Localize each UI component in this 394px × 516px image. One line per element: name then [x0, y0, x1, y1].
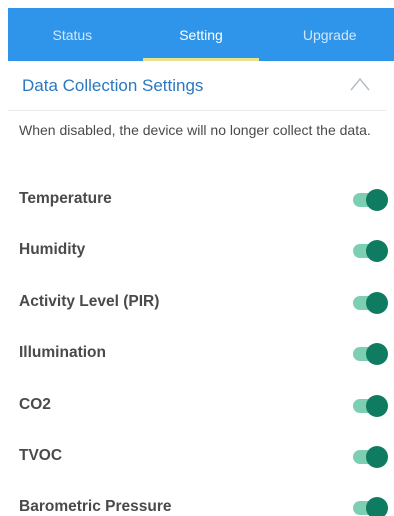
chevron-up-icon[interactable]: [350, 77, 370, 91]
tab-upgrade[interactable]: Upgrade: [265, 8, 394, 61]
setting-label: CO2: [19, 396, 51, 413]
setting-row-barometric-pressure: Barometric Pressure: [0, 490, 394, 516]
setting-label: Activity Level (PIR): [19, 293, 160, 310]
setting-row-illumination: Illumination: [0, 336, 394, 372]
toggle-switch[interactable]: [350, 395, 390, 417]
tab-setting[interactable]: Setting: [137, 8, 266, 61]
setting-row-humidity: Humidity: [0, 233, 394, 269]
section-title: Data Collection Settings: [22, 75, 204, 95]
toggle-thumb: [366, 292, 388, 314]
toggle-switch[interactable]: [350, 240, 390, 262]
toggle-thumb: [366, 343, 388, 365]
section-description: When disabled, the device will no longer…: [19, 122, 371, 138]
tab-bar: Status Setting Upgrade: [8, 8, 394, 61]
tab-upgrade-label: Upgrade: [302, 26, 357, 43]
toggle-thumb: [366, 189, 388, 211]
tab-status-label: Status: [52, 26, 93, 43]
setting-row-tvoc: TVOC: [0, 439, 394, 475]
toggle-switch[interactable]: [350, 446, 390, 468]
setting-label: Barometric Pressure: [19, 498, 172, 515]
setting-label: Temperature: [19, 190, 112, 207]
toggle-switch[interactable]: [350, 292, 390, 314]
tab-status[interactable]: Status: [8, 8, 137, 61]
toggle-thumb: [366, 446, 388, 468]
toggle-thumb: [366, 240, 388, 262]
setting-label: Humidity: [19, 241, 86, 258]
tab-setting-label: Setting: [179, 26, 223, 43]
section-header[interactable]: Data Collection Settings: [8, 61, 386, 111]
settings-screen: Status Setting Upgrade Data Collection S…: [0, 0, 394, 516]
toggle-switch[interactable]: [350, 497, 390, 516]
setting-row-temperature: Temperature: [0, 182, 394, 218]
setting-row-activity-level: Activity Level (PIR): [0, 285, 394, 321]
toggle-switch[interactable]: [350, 343, 390, 365]
toggle-thumb: [366, 497, 388, 516]
setting-row-co2: CO2: [0, 388, 394, 424]
toggle-thumb: [366, 395, 388, 417]
toggle-switch[interactable]: [350, 189, 390, 211]
setting-label: Illumination: [19, 344, 106, 361]
setting-label: TVOC: [19, 447, 63, 464]
